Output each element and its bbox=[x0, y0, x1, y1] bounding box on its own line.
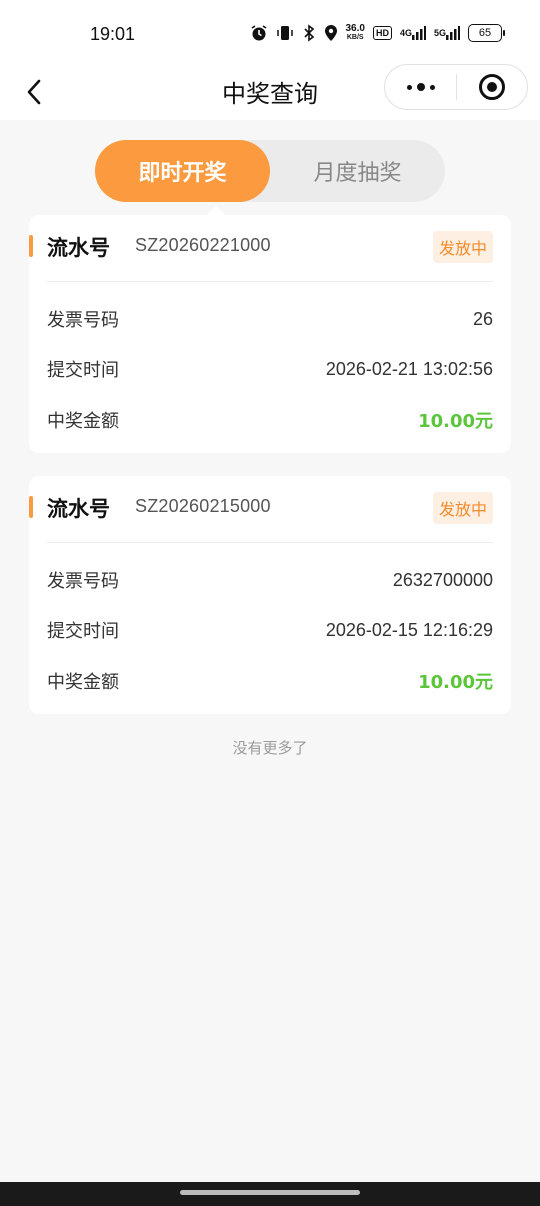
card-divider bbox=[47, 281, 493, 282]
submit-time-row: 提交时间 2026-02-15 12:16:29 bbox=[47, 616, 493, 644]
invoice-number-row: 发票号码 26 bbox=[47, 305, 493, 333]
status-time: 19:01 bbox=[90, 24, 136, 44]
record-card[interactable]: 流水号 SZ20260221000 发放中 发票号码 26 提交时间 2026-… bbox=[29, 215, 511, 453]
prize-amount-label: 中奖金额 bbox=[47, 672, 119, 693]
tab-switch: 即时开奖 月度抽奖 bbox=[95, 140, 445, 202]
more-button[interactable] bbox=[385, 65, 456, 109]
card-accent bbox=[29, 496, 33, 518]
signal-5g-icon: 5G bbox=[434, 22, 460, 44]
net-speed-unit: KB/S bbox=[346, 34, 364, 41]
prize-amount-row: 中奖金额 10.00元 bbox=[47, 667, 493, 695]
invoice-number-label: 发票号码 bbox=[47, 310, 119, 331]
hd-badge: HD bbox=[372, 26, 392, 40]
invoice-number-row: 发票号码 2632700000 bbox=[47, 566, 493, 594]
card-divider bbox=[47, 542, 493, 543]
signal-5g-label: 5G bbox=[433, 28, 446, 38]
net-speed: 36.0 KB/S bbox=[346, 24, 365, 42]
battery-icon: 65 bbox=[468, 24, 505, 42]
tab-instant-draw[interactable]: 即时开奖 bbox=[95, 140, 270, 202]
gesture-bar bbox=[0, 1182, 540, 1206]
signal-4g-icon: 4G bbox=[400, 22, 426, 44]
vibrate-icon bbox=[276, 22, 294, 44]
invoice-number-value: 2632700000 bbox=[392, 569, 493, 590]
status-badge: 发放中 bbox=[432, 492, 493, 524]
home-indicator[interactable] bbox=[180, 1190, 360, 1195]
status-bar: 19:01 36.0 KB/S HD 4G 5G 65 bbox=[0, 0, 540, 64]
tab-pointer bbox=[207, 206, 225, 215]
serial-value: SZ20260221000 bbox=[135, 235, 271, 255]
status-icons: 36.0 KB/S HD 4G 5G 65 bbox=[250, 22, 505, 44]
nav-bar: 中奖查询 bbox=[0, 64, 540, 120]
serial-value: SZ20260215000 bbox=[135, 496, 271, 516]
no-more-text: 没有更多了 bbox=[232, 739, 308, 757]
submit-time-label: 提交时间 bbox=[47, 621, 119, 642]
status-badge: 发放中 bbox=[432, 231, 493, 263]
mini-program-capsule bbox=[384, 64, 528, 110]
invoice-number-value: 26 bbox=[472, 308, 493, 329]
close-button[interactable] bbox=[457, 65, 527, 109]
invoice-number-label: 发票号码 bbox=[47, 571, 119, 592]
serial-label: 流水号 bbox=[47, 497, 110, 521]
tab-monthly-draw[interactable]: 月度抽奖 bbox=[270, 140, 445, 202]
submit-time-label: 提交时间 bbox=[47, 360, 119, 381]
net-speed-value: 36.0 bbox=[345, 23, 365, 34]
prize-amount-value: 10.00元 bbox=[418, 672, 493, 693]
submit-time-value: 2026-02-15 12:16:29 bbox=[325, 619, 493, 640]
battery-level: 65 bbox=[478, 27, 492, 39]
submit-time-row: 提交时间 2026-02-21 13:02:56 bbox=[47, 355, 493, 383]
prize-amount-value: 10.00元 bbox=[418, 411, 493, 432]
signal-4g-label: 4G bbox=[399, 28, 412, 38]
card-accent bbox=[29, 235, 33, 257]
record-card[interactable]: 流水号 SZ20260215000 发放中 发票号码 2632700000 提交… bbox=[29, 476, 511, 714]
prize-amount-row: 中奖金额 10.00元 bbox=[47, 406, 493, 434]
alarm-icon bbox=[250, 22, 268, 44]
location-icon bbox=[324, 22, 338, 44]
prize-amount-label: 中奖金额 bbox=[47, 411, 119, 432]
serial-label: 流水号 bbox=[47, 236, 110, 260]
target-icon bbox=[478, 74, 505, 100]
submit-time-value: 2026-02-21 13:02:56 bbox=[325, 358, 493, 379]
bluetooth-icon bbox=[302, 22, 316, 44]
more-dots-icon bbox=[406, 83, 435, 91]
